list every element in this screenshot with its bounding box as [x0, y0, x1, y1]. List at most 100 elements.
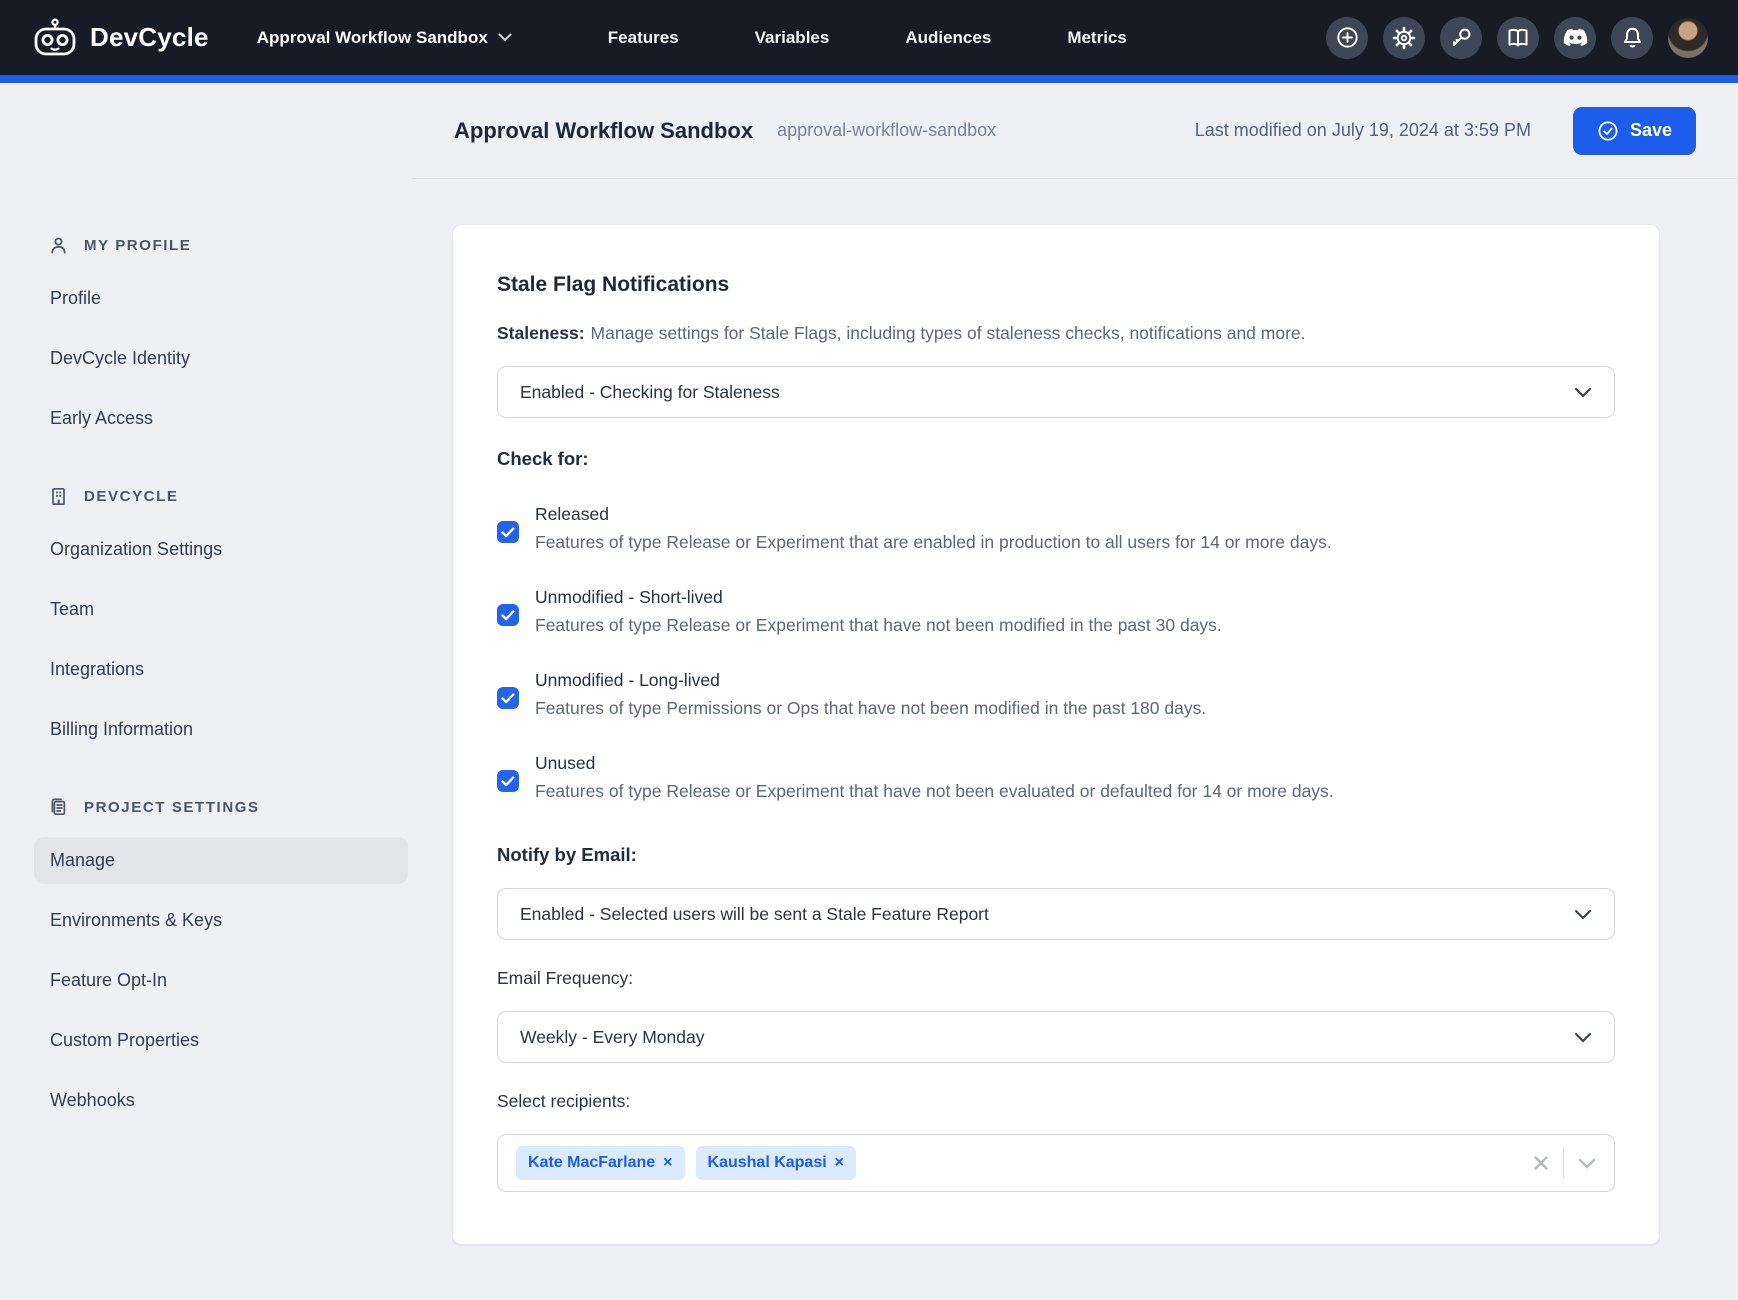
devcycle-robot-icon [32, 18, 78, 58]
released-checkbox[interactable] [497, 521, 519, 543]
sidebar-item-team[interactable]: Team [34, 586, 408, 633]
docs-button[interactable] [1497, 17, 1539, 59]
recipient-tag: Kaushal Kapasi × [696, 1146, 857, 1180]
sidebar-section-header: MY PROFILE [34, 235, 412, 262]
staleness-desc-text: Manage settings for Stale Flags, includi… [591, 323, 1306, 343]
sidebar-item-integrations[interactable]: Integrations [34, 646, 408, 693]
brand-name: DevCycle [90, 22, 209, 53]
check-label: Unused [535, 753, 1334, 774]
sidebar-item-billing-information[interactable]: Billing Information [34, 706, 408, 753]
frequency-select-value: Weekly - Every Monday [520, 1027, 704, 1048]
check-description: Features of type Release or Experiment t… [535, 781, 1334, 802]
sidebar-section-my-profile: MY PROFILE Profile DevCycle Identity Ear… [34, 235, 412, 442]
unused-checkbox[interactable] [497, 770, 519, 792]
recipients-multiselect[interactable]: Kate MacFarlane × Kaushal Kapasi × [497, 1134, 1615, 1192]
check-description: Features of type Permissions or Ops that… [535, 698, 1206, 719]
chevron-down-icon [1574, 387, 1592, 398]
sidebar-item-organization-settings[interactable]: Organization Settings [34, 526, 408, 573]
sidebar-item-devcycle-identity[interactable]: DevCycle Identity [34, 335, 408, 382]
card-title: Stale Flag Notifications [497, 273, 1615, 297]
main-content: Stale Flag Notifications Staleness: Manag… [412, 179, 1738, 1245]
sidebar-item-custom-properties[interactable]: Custom Properties [34, 1017, 408, 1064]
remove-recipient-icon[interactable]: × [663, 1154, 672, 1172]
project-selector-dropdown[interactable]: Approval Workflow Sandbox [257, 28, 512, 48]
save-button-label: Save [1630, 120, 1672, 141]
sidebar-section-title: PROJECT SETTINGS [84, 799, 260, 816]
project-selector-label: Approval Workflow Sandbox [257, 28, 488, 48]
check-label: Unmodified - Short-lived [535, 587, 1222, 608]
select-recipients-label: Select recipients: [497, 1091, 1615, 1112]
multiselect-controls [1533, 1148, 1596, 1178]
notifications-button[interactable] [1611, 17, 1653, 59]
nav-link-metrics[interactable]: Metrics [1067, 28, 1127, 48]
chevron-down-icon [1574, 1032, 1592, 1043]
staleness-select-value: Enabled - Checking for Staleness [520, 382, 780, 403]
project-key: approval-workflow-sandbox [777, 120, 996, 141]
chevron-down-icon[interactable] [1578, 1158, 1596, 1169]
sidebar-item-manage[interactable]: Manage [34, 837, 408, 884]
staleness-label: Staleness: [497, 323, 585, 343]
recipient-name: Kate MacFarlane [528, 1154, 655, 1172]
person-icon [48, 235, 69, 256]
notify-select-value: Enabled - Selected users will be sent a … [520, 904, 989, 925]
staleness-description: Staleness: Manage settings for Stale Flag… [497, 323, 1615, 344]
check-label: Released [535, 504, 1332, 525]
sidebar-section-devcycle: DEVCYCLE Organization Settings Team Inte… [34, 486, 412, 753]
devcycle-logo[interactable]: DevCycle [32, 18, 209, 58]
chevron-down-icon [1574, 909, 1592, 920]
create-button[interactable] [1326, 17, 1368, 59]
sidebar-section-header: PROJECT SETTINGS [34, 797, 412, 824]
discord-button[interactable] [1554, 17, 1596, 59]
clear-all-icon[interactable] [1533, 1155, 1549, 1171]
check-label: Unmodified - Long-lived [535, 670, 1206, 691]
check-circle-icon [1597, 120, 1619, 142]
save-button[interactable]: Save [1573, 107, 1696, 155]
nav-link-variables[interactable]: Variables [755, 28, 830, 48]
recipient-name: Kaushal Kapasi [708, 1154, 827, 1172]
check-option-unmodified-short-lived: Unmodified - Short-lived Features of typ… [497, 587, 1615, 636]
last-modified-text: Last modified on July 19, 2024 at 3:59 P… [1195, 120, 1531, 141]
recipient-tags: Kate MacFarlane × Kaushal Kapasi × [516, 1146, 1533, 1180]
sidebar-item-environments-keys[interactable]: Environments & Keys [34, 897, 408, 944]
api-keys-button[interactable] [1440, 17, 1482, 59]
bell-icon [1621, 26, 1644, 50]
check-for-label: Check for: [497, 448, 1615, 470]
gear-icon [1392, 26, 1416, 50]
page-title: Approval Workflow Sandbox [454, 118, 753, 144]
nav-link-audiences[interactable]: Audiences [905, 28, 991, 48]
divider [1563, 1148, 1564, 1178]
sidebar-item-profile[interactable]: Profile [34, 275, 408, 322]
settings-button[interactable] [1383, 17, 1425, 59]
check-description: Features of type Release or Experiment t… [535, 615, 1222, 636]
nav-link-features[interactable]: Features [608, 28, 679, 48]
stale-flag-notifications-card: Stale Flag Notifications Staleness: Manag… [452, 224, 1660, 1245]
sidebar-item-early-access[interactable]: Early Access [34, 395, 408, 442]
email-frequency-select[interactable]: Weekly - Every Monday [497, 1011, 1615, 1063]
notify-by-email-label: Notify by Email: [497, 844, 1615, 866]
email-frequency-label: Email Frequency: [497, 968, 1615, 989]
remove-recipient-icon[interactable]: × [835, 1154, 844, 1172]
sidebar-section-title: MY PROFILE [84, 237, 191, 254]
check-option-unused: Unused Features of type Release or Exper… [497, 753, 1615, 802]
top-navigation: DevCycle Approval Workflow Sandbox Featu… [0, 0, 1738, 75]
docs-book-icon [1506, 27, 1530, 49]
accent-bar [0, 75, 1738, 83]
unmodified-long-lived-checkbox[interactable] [497, 687, 519, 709]
staleness-select[interactable]: Enabled - Checking for Staleness [497, 366, 1615, 418]
unmodified-short-lived-checkbox[interactable] [497, 604, 519, 626]
user-avatar[interactable] [1668, 18, 1708, 58]
discord-icon [1563, 28, 1588, 48]
chevron-down-icon [498, 33, 512, 42]
settings-sidebar: MY PROFILE Profile DevCycle Identity Ear… [0, 179, 412, 1168]
notify-by-email-select[interactable]: Enabled - Selected users will be sent a … [497, 888, 1615, 940]
topnav-actions [1326, 17, 1708, 59]
sidebar-section-title: DEVCYCLE [84, 488, 178, 505]
clipboard-icon [48, 797, 69, 818]
recipient-tag: Kate MacFarlane × [516, 1146, 685, 1180]
sidebar-item-feature-opt-in[interactable]: Feature Opt-In [34, 957, 408, 1004]
sidebar-item-webhooks[interactable]: Webhooks [34, 1077, 408, 1124]
sidebar-section-project-settings: PROJECT SETTINGS Manage Environments & K… [34, 797, 412, 1124]
primary-nav: Features Variables Audiences Metrics [608, 28, 1127, 48]
page-header: Approval Workflow Sandbox approval-workf… [0, 83, 1738, 179]
key-icon [1450, 26, 1473, 49]
